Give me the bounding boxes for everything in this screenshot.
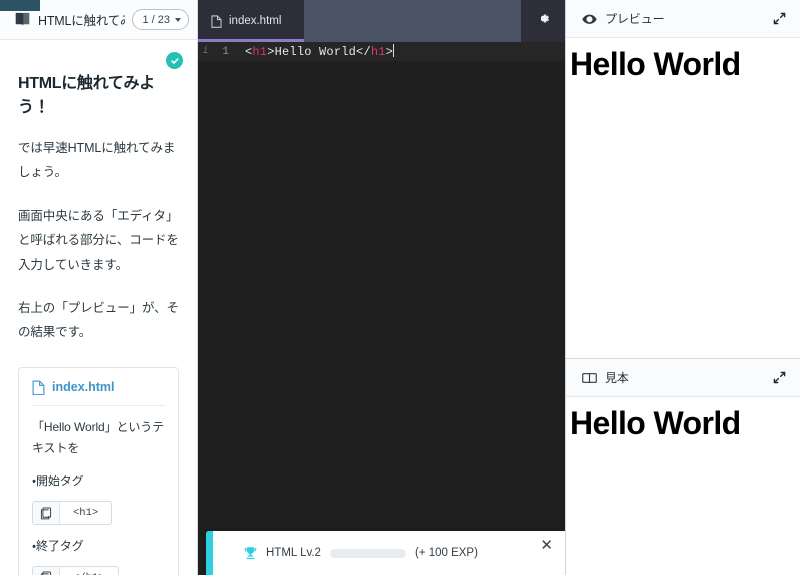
close-tag-label: ・終了タグ: [32, 539, 84, 554]
tab-label: index.html: [229, 15, 282, 27]
exp-progress-bar: [329, 548, 406, 558]
line-number: 1: [222, 45, 229, 58]
code-editor: index.html i 1 <h1>Hello World</h1> HTML…: [198, 0, 566, 575]
clipboard-copy-icon[interactable]: [33, 566, 60, 575]
sample-pane-body: Hello World: [566, 397, 800, 575]
lesson-pager-dropdown[interactable]: 1 / 23: [132, 9, 189, 30]
preview-pane: プレビュー Hello World: [566, 0, 800, 358]
sidebar-content: HTMLに触れてみよう！ では早速HTMLに触れてみましょう。 画面中央にある「…: [0, 40, 197, 575]
exp-toast: HTML Lv.2 (+ 100 EXP) ✕: [206, 531, 565, 575]
open-tag-value: <h1>: [73, 507, 99, 520]
trophy-icon: [244, 546, 257, 560]
book-icon: [14, 12, 31, 27]
close-tag-chip[interactable]: </h1>: [32, 565, 119, 575]
sample-pane: 見本 Hello World: [566, 358, 800, 575]
book-open-icon: [582, 371, 597, 385]
lesson-paragraph: 右上の「プレビュー」が、その結果です。: [18, 300, 179, 340]
editor-settings-button[interactable]: [521, 0, 565, 42]
tab-bar-empty-space: [304, 0, 521, 42]
page-title: HTMLに触れてみよう！: [18, 75, 155, 116]
instruction-card: index.html 「Hello World」というテキストを ・開始タグ <…: [18, 366, 179, 575]
lesson-pager-value: 1 / 23: [142, 13, 170, 26]
code-line[interactable]: i 1 <h1>Hello World</h1>: [198, 42, 565, 61]
lesson-paragraph: 画面中央にある「エディタ」と呼ばれる部分に、コードを入力していきます。: [18, 208, 179, 272]
toast-accent-bar: [206, 531, 213, 575]
check-circle-icon: [166, 52, 183, 69]
app-root: HTMLに触れてみ... 1 / 23 HTMLに触れてみよう！ では早速HTM…: [0, 0, 800, 575]
chevron-down-icon: [175, 17, 181, 22]
instruction-card-header: index.html: [32, 380, 165, 406]
gutter-info-icon: i: [202, 46, 209, 57]
gear-icon: [536, 11, 551, 31]
instruction-intro: 「Hello World」というテキストを: [32, 419, 165, 456]
close-tag-value: </h1>: [60, 567, 118, 575]
toast-content: HTML Lv.2 (+ 100 EXP) ✕: [213, 538, 565, 560]
preview-pane-label: プレビュー: [605, 12, 665, 26]
close-icon[interactable]: ✕: [540, 538, 553, 553]
text-caret: [393, 44, 395, 57]
open-tag-chip[interactable]: <h1>: [32, 501, 113, 526]
sample-pane-label: 見本: [605, 371, 629, 385]
sample-pane-header: 見本: [566, 359, 800, 397]
toast-level-label: HTML Lv.2: [266, 547, 321, 559]
code-text-area[interactable]: i 1 <h1>Hello World</h1>: [198, 42, 565, 575]
tab-index-html[interactable]: index.html: [198, 0, 304, 42]
preview-pane-header: プレビュー: [566, 0, 800, 38]
eye-icon: [582, 12, 597, 26]
code-line-content: <h1>Hello World</h1>: [245, 44, 395, 59]
lesson-paragraph: では早速HTMLに触れてみましょう。: [18, 141, 176, 180]
preview-heading: Hello World: [570, 46, 741, 82]
file-icon: [211, 14, 222, 28]
open-tag-label: ・開始タグ: [32, 474, 84, 489]
topbar-stub: [0, 0, 40, 11]
sample-heading: Hello World: [570, 405, 741, 441]
editor-tab-bar: index.html: [198, 0, 565, 42]
instruction-filename: index.html: [52, 380, 115, 395]
expand-arrows-icon[interactable]: [773, 371, 786, 384]
lesson-sidebar: HTMLに触れてみ... 1 / 23 HTMLに触れてみよう！ では早速HTM…: [0, 0, 198, 575]
file-icon: [32, 380, 45, 395]
output-panels: プレビュー Hello World 見本 Hello World: [566, 0, 800, 575]
expand-arrows-icon[interactable]: [773, 12, 786, 25]
preview-pane-body: Hello World: [566, 38, 800, 358]
clipboard-copy-icon[interactable]: [33, 502, 60, 525]
sidebar-course-title: HTMLに触れてみ...: [38, 14, 125, 28]
toast-exp-label: (+ 100 EXP): [414, 547, 478, 559]
